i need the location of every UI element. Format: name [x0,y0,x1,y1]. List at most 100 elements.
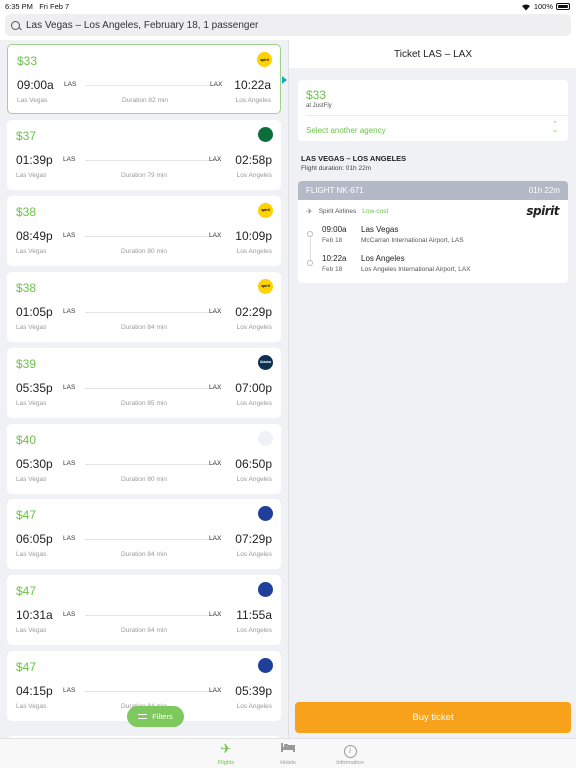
tab-bar: ✈ Flights Hotels i Information [0,738,576,768]
route-title: LAS VEGAS – LOS ANGELES [301,154,407,163]
arrival-time: 10:09p [235,228,272,243]
airline-name: Spirit Airlines [318,208,357,215]
chevron-updown-icon[interactable]: ⌃ ⌄ [552,121,558,134]
ticket-details: Ticket LAS – LAX $33 at JustFly Select a… [288,40,576,738]
spirit-logo: spirit [526,204,559,218]
arrival-code: LAX [209,611,222,619]
airline-logo-icon [258,658,273,674]
info-icon: i [325,741,375,758]
price-label: $47 [16,584,37,599]
departure-code: LAS [63,155,76,163]
airline-logo-icon: Alaska [258,354,273,370]
filters-button[interactable]: Filters [127,706,184,727]
details-title: Ticket LAS – LAX [394,48,472,60]
results-list[interactable]: $33 09:00a LAS LAX 10:22a Las Vegas Duration 8… [0,40,288,738]
departure-airport: McCarran International Airport, LAS [361,237,464,244]
filters-label: Filters [152,712,173,721]
flight-header: FLIGHT NK-671 01h 22m [298,181,568,200]
arrival-code: LAX [209,155,222,163]
airline-logo-icon: spirit [257,52,272,67]
arrival-code: LAX [210,81,223,88]
arrival-city: Los Angeles [236,475,272,483]
airline-logo-icon [258,506,273,522]
route-line [86,85,220,86]
departure-code: LAS [63,535,76,543]
price-label: $38 [16,280,37,295]
search-icon [11,20,20,30]
departure-code: LAS [63,459,76,467]
result-card[interactable]: $38 08:49p LAS LAX 10:09p Las Vegas Duration 8… [7,195,281,266]
departure-time: 08:49p [16,228,53,243]
details-agency: at JustFly [306,103,332,109]
result-card[interactable]: $33 09:00a LAS LAX 10:22a Las Vegas Duration 8… [7,44,281,114]
plane-small-icon: ✈ [306,207,313,216]
departure-time: 09:00a [322,225,347,234]
flight-card: FLIGHT NK-671 01h 22m ✈ Spirit Airlines … [298,181,568,283]
details-header: Ticket LAS – LAX [289,40,576,68]
airline-logo-icon [258,430,273,446]
status-time: 6:35 PM Fri Feb 7 [5,2,70,11]
arrival-city: Los Angeles [235,97,271,104]
departure-time: 01:05p [16,304,53,319]
departure-time: 09:00a [17,78,54,92]
tab-flights[interactable]: ✈ Flights [201,741,251,766]
departure-city: Las Vegas [361,225,399,234]
arrival-time: 11:55a [236,608,272,623]
arrival-time: 02:29p [235,304,272,319]
airline-tag: Low-cost [362,208,389,215]
result-card[interactable]: $39 05:35p LAS LAX 07:00p Las Vegas Duration 8… [7,347,281,418]
airline-logo-icon [258,126,273,142]
search-bar[interactable]: Las Vegas – Los Angeles, February 18, 1 … [5,14,571,36]
route-line [85,159,221,161]
arrival-code: LAX [209,307,222,315]
result-card[interactable]: $47 10:31a LAS LAX 11:55a Las Vegas Duration 8… [7,575,281,646]
departure-time: 05:30p [16,456,53,471]
arrival-time: 10:22a [234,78,271,92]
departure-code: LAS [63,611,76,619]
price-label: $38 [16,204,37,219]
details-price: $33 [306,88,327,102]
result-card[interactable]: $47 06:05p LAS LAX 07:29p Las Vegas Duration 8… [7,499,281,570]
selected-indicator [282,76,287,84]
departure-code: LAS [63,307,76,315]
tab-hotels[interactable]: Hotels [263,741,313,766]
flight-time: 01h 22m [528,186,560,195]
result-card[interactable]: $38 01:05p LAS LAX 02:29p Las Vegas Duration 8… [7,271,281,342]
departure-time: 05:35p [16,380,53,395]
route-line [85,539,221,541]
arrival-code: LAX [209,687,222,695]
price-label: $47 [16,508,37,523]
arrival-airport: Los Angeles International Airport, LAX [361,266,471,273]
route-connector [310,238,311,260]
status-bar: 6:35 PM Fri Feb 7 100% [0,0,576,12]
plane-icon: ✈ [220,741,232,756]
route-line [85,691,221,693]
arrival-city: Los Angeles [236,703,272,711]
select-agency-button[interactable]: Select another agency [306,126,386,135]
arrival-time: 02:58p [235,152,272,167]
route-line [85,235,221,237]
arrival-date: Feb 18 [322,266,343,273]
result-card[interactable]: $37 01:39p LAS LAX 02:58p Las Vegas Duration 7… [7,119,281,190]
battery-icon [556,3,570,10]
stop-dot-icon [307,231,313,237]
arrival-code: LAX [209,383,222,391]
sliders-icon [138,713,148,720]
arrival-city: Los Angeles [236,247,272,255]
arrival-city: Los Angeles [236,551,272,559]
result-card[interactable]: $40 05:30p LAS LAX 06:50p Las Vegas Duration 8… [7,423,281,494]
departure-time: 06:05p [16,532,53,547]
arrival-time: 05:39p [235,684,272,699]
departure-time: 01:39p [16,152,53,167]
buy-ticket-button[interactable]: Buy ticket [295,702,571,733]
arrival-city: Los Angeles [236,399,272,407]
route-line [85,311,221,313]
price-label: $37 [16,128,37,143]
arrival-time: 07:29p [235,532,272,547]
departure-time: 04:15p [16,684,53,699]
price-label: $47 [16,660,37,675]
arrival-city: Los Angeles [236,627,272,635]
tab-information[interactable]: i Information [325,741,375,766]
arrival-time: 06:50p [235,456,272,471]
price-label: $40 [16,432,37,447]
